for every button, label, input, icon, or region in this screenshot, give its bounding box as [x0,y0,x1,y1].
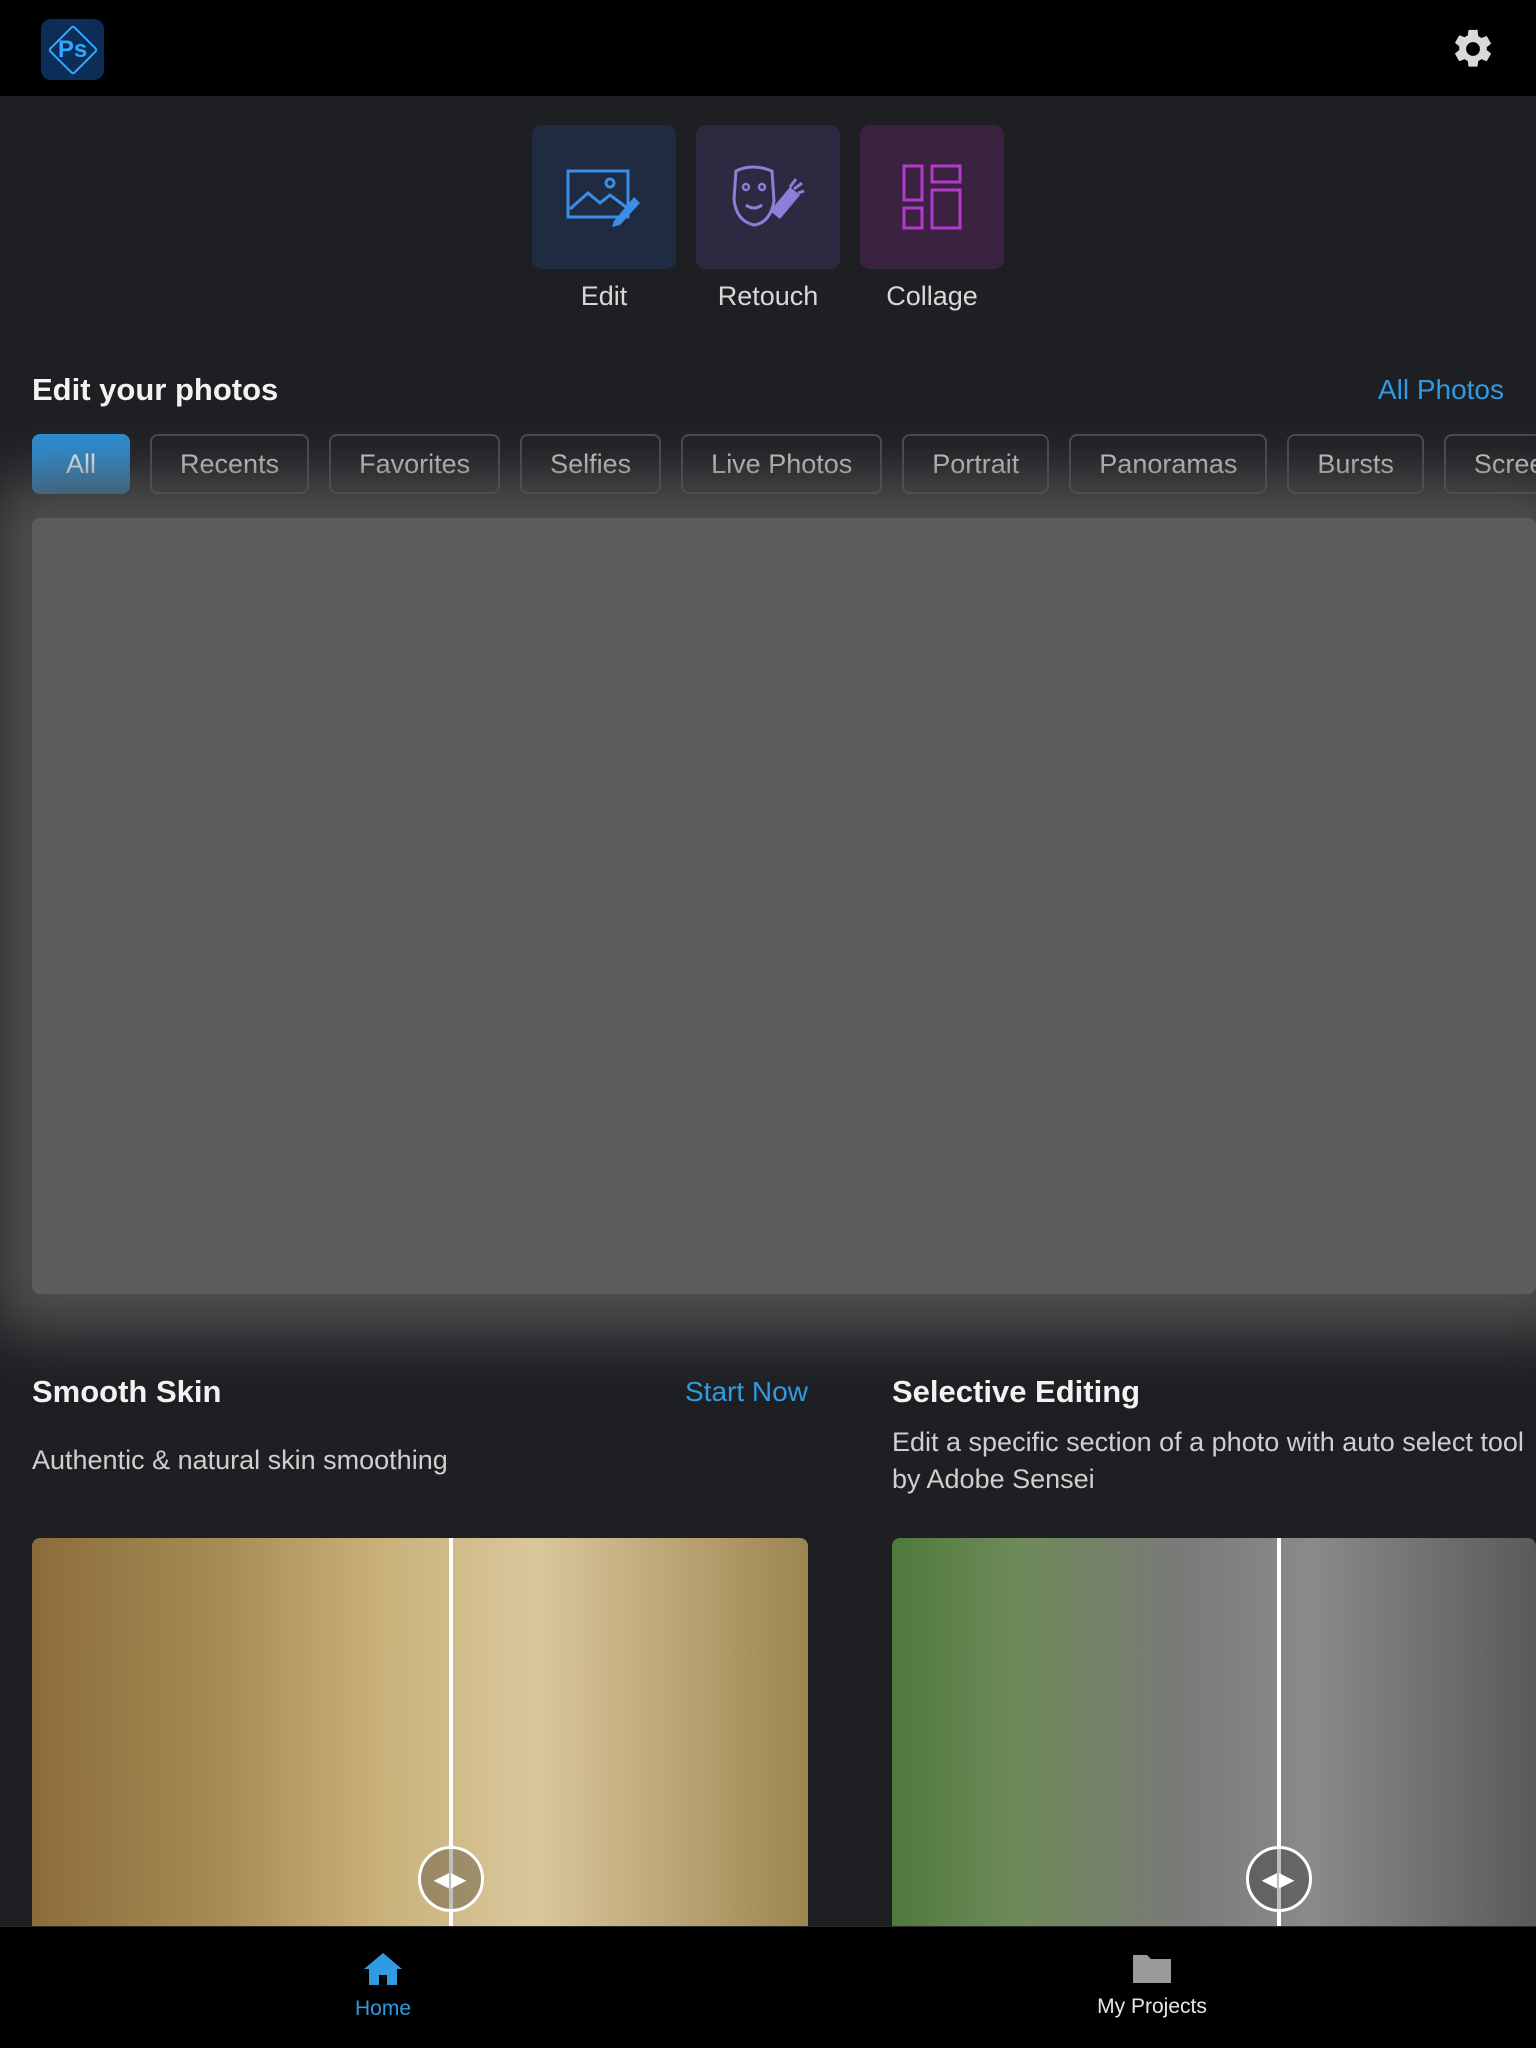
top-bar: Ps [0,0,1536,96]
feature-desc-smooth-skin: Authentic & natural skin smoothing [32,1445,448,1475]
filter-chip-selfies[interactable]: Selfies [520,434,662,494]
feature-desc-selective-editing: Edit a specific section of a photo with … [892,1427,1524,1494]
collage-icon [902,164,962,230]
image-edit-icon [566,169,640,227]
tool-edit[interactable]: Edit [532,125,676,312]
nav-label: Home [354,1997,412,2020]
filter-chip-favorites[interactable]: Favorites [329,434,501,494]
bottom-nav: Home My Projects [0,1926,1536,2048]
retouch-tile[interactable] [696,125,840,269]
collage-tile[interactable] [860,125,1004,269]
nav-home[interactable]: Home [283,1951,483,2021]
filter-chip-panoramas[interactable]: Panoramas [1069,434,1268,494]
photo-grid-blurred[interactable] [32,518,1536,1294]
tool-label: Collage [886,281,978,311]
feature-title-smooth-skin: Smooth Skin [32,1374,222,1409]
nav-my-projects[interactable]: My Projects [1052,1951,1252,2019]
section-title: Edit your photos [32,372,279,407]
settings-button[interactable] [1450,26,1496,72]
tool-label: Edit [580,281,628,311]
tool-label: Retouch [717,281,819,311]
tool-collage[interactable]: Collage [860,125,1004,312]
filter-chip-portrait[interactable]: Portrait [902,434,1050,494]
face-retouch-icon [732,165,805,227]
start-now-link[interactable]: Start Now [685,1376,808,1408]
filter-chip-recents[interactable]: Recents [150,434,310,494]
filter-chip-live-photos[interactable]: Live Photos [681,434,883,494]
tool-retouch[interactable]: Retouch [696,125,840,312]
all-photos-link[interactable]: All Photos [1378,374,1504,406]
gear-icon [1455,29,1491,67]
photoshop-express-logo: Ps [41,19,104,80]
filter-chip-all[interactable]: All [32,434,131,494]
compare-handle-icon[interactable]: ◀▶ [418,1846,484,1912]
edit-tile[interactable] [532,125,676,269]
filter-chip-bursts[interactable]: Bursts [1287,434,1424,494]
nav-label: My Projects [1097,1995,1207,2018]
filter-chips: All Recents Favorites Selfies Live Photo… [32,434,1536,494]
home-icon [364,1953,402,1985]
smooth-skin-preview[interactable]: ◀▶ [32,1538,808,1926]
app-root: Ps Edit Retouch Collage Edit your photos… [0,0,1536,2048]
folder-icon [1133,1955,1171,1983]
feature-title-selective-editing: Selective Editing [892,1374,1141,1409]
filter-chip-screenshots[interactable]: Screenshots [1443,434,1536,494]
compare-handle-icon[interactable]: ◀▶ [1246,1846,1312,1912]
logo-text: Ps [57,35,88,63]
selective-editing-preview[interactable]: ◀▶ [892,1538,1536,1926]
